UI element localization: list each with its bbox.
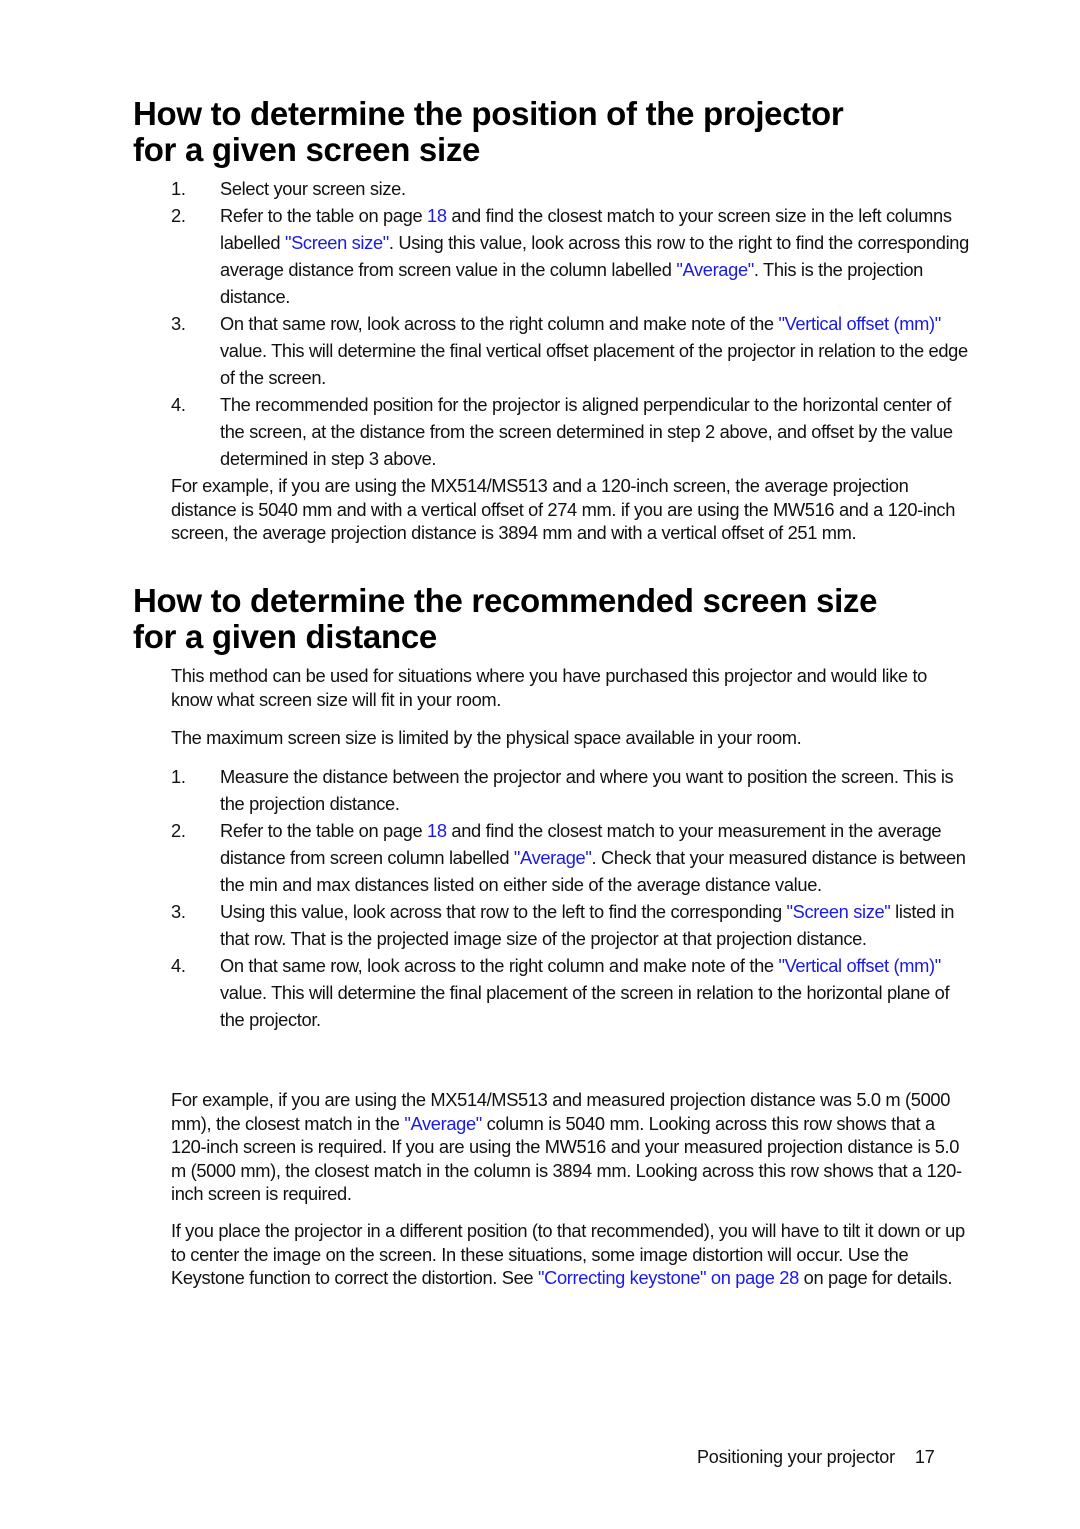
text-run: value. This will determine the final ver… — [220, 340, 968, 388]
section2-keystone-note: If you place the projector in a differen… — [171, 1219, 971, 1290]
section1-heading-line1: How to determine the position of the pro… — [133, 95, 844, 132]
text-run: Measure the distance between the project… — [220, 766, 954, 814]
section2-intro: This method can be used for situations w… — [171, 665, 927, 710]
step-item: 3. Using this value, look across that row… — [171, 898, 971, 952]
page-number: 17 — [914, 1447, 935, 1467]
cross-reference-link[interactable]: 18 — [427, 820, 447, 841]
cross-reference-link[interactable]: "Screen size" — [285, 232, 389, 253]
step-item: 2. Refer to the table on page 18 and find… — [171, 817, 971, 898]
step-item: 1. Measure the distance between the proje… — [171, 763, 971, 817]
step-item: 4. The recommended position for the proje… — [171, 391, 971, 472]
step-item: 3. On that same row, look across to the r… — [171, 310, 971, 391]
section2-heading-line1: How to determine the recommended screen … — [133, 582, 878, 619]
section2-limit: The maximum screen size is limited by th… — [171, 727, 802, 748]
text-run: On that same row, look across to the rig… — [220, 313, 779, 334]
text-run: Using this value, look across that row t… — [220, 901, 787, 922]
section1-heading-line2: for a given screen size — [133, 131, 481, 168]
step-number: 1. — [171, 766, 186, 787]
page-footer: Positioning your projector 17 — [697, 1447, 935, 1468]
cross-reference-link[interactable]: 18 — [427, 205, 447, 226]
step-item: 2. Refer to the table on page 18 and find… — [171, 202, 971, 310]
manual-page: How to determine the position of the pro… — [0, 0, 1080, 1529]
step-number: 4. — [171, 955, 186, 976]
cross-reference-link[interactable]: "Screen size" — [787, 901, 891, 922]
step-number: 4. — [171, 394, 186, 415]
section2-example: For example, if you are using the MX514/… — [171, 1088, 971, 1206]
footer-section-title: Positioning your projector — [697, 1447, 895, 1467]
cross-reference-link[interactable]: "Vertical offset (mm)" — [778, 313, 941, 334]
text-run: The recommended position for the project… — [220, 394, 953, 469]
step-number: 2. — [171, 205, 186, 226]
section2-steps: 1. Measure the distance between the proje… — [171, 763, 971, 1033]
cross-reference-link[interactable]: "Average" — [404, 1113, 482, 1134]
step-number: 1. — [171, 178, 186, 199]
step-item: 4. On that same row, look across to the r… — [171, 952, 971, 1033]
step-number: 2. — [171, 820, 186, 841]
text-run: Refer to the table on page — [220, 820, 428, 841]
cross-reference-link[interactable]: "Average" — [514, 847, 592, 868]
text-run: value. This will determine the final pla… — [220, 982, 950, 1030]
text-run: on page for details. — [798, 1267, 953, 1288]
step-item: 1. Select your screen size. — [171, 175, 971, 202]
section1-heading: How to determine the position of the pro… — [133, 96, 993, 168]
text-run: Select your screen size. — [220, 178, 406, 199]
text-run: Refer to the table on page — [220, 205, 428, 226]
cross-reference-link[interactable]: "Correcting keystone" on page 28 — [538, 1267, 799, 1288]
cross-reference-link[interactable]: "Average" — [676, 259, 754, 280]
cross-reference-link[interactable]: "Vertical offset (mm)" — [778, 955, 941, 976]
section1-steps: 1. Select your screen size. 2. Refer to the… — [171, 175, 971, 472]
text-run: On that same row, look across to the rig… — [220, 955, 779, 976]
step-number: 3. — [171, 901, 186, 922]
section2-heading-line2: for a given distance — [133, 618, 437, 655]
section1-example: For example, if you are using the MX514/… — [171, 475, 956, 543]
step-number: 3. — [171, 313, 186, 334]
section2-heading: How to determine the recommended screen … — [133, 583, 993, 655]
